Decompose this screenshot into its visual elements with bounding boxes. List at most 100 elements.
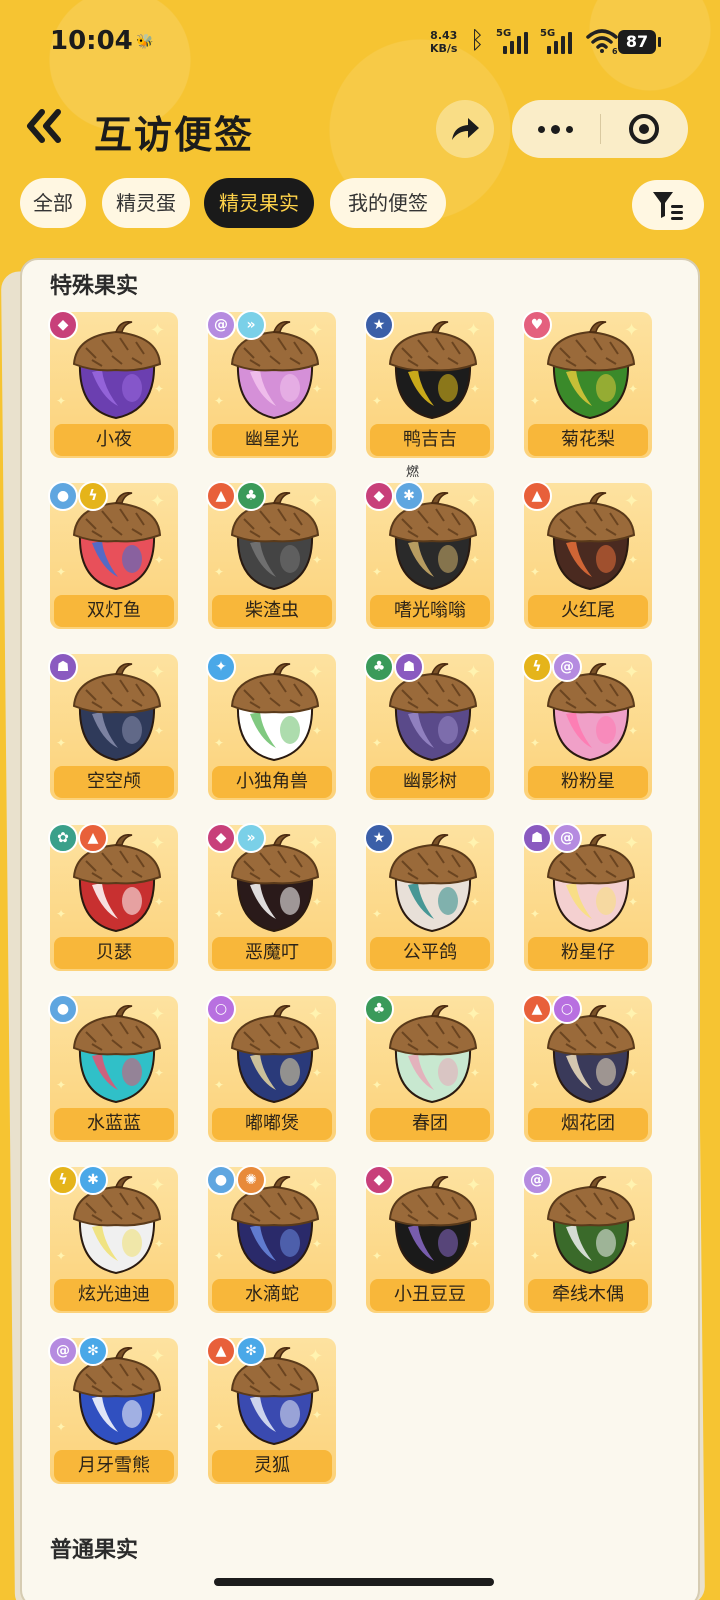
fruit-name: 小夜 (54, 424, 174, 456)
fruit-card[interactable]: ✦ ✦ ✦ ✿ ▲ 贝瑟 (48, 823, 178, 975)
fruit-acorn-image (546, 318, 636, 426)
filter-funnel-icon (653, 192, 683, 220)
fruit-card[interactable]: ✦ ✦ ✦ ◆» 恶魔叮 (206, 823, 336, 975)
fruit-card[interactable]: ✦ ✦ ✦ ★ 公平鸽 (364, 823, 494, 975)
wing-icon: » (236, 310, 266, 340)
fruit-card[interactable]: ✦ ✦ ✦ ▲ 火红尾 (522, 481, 652, 633)
fruit-acorn-image (388, 831, 478, 939)
wifi-icon: 6 (586, 28, 618, 58)
fruit-name: 幽星光 (212, 424, 332, 456)
fruit-acorn-image (388, 318, 478, 426)
fruit-name: 幽影树 (370, 766, 490, 798)
sparkle-icon: ✦ (372, 565, 383, 579)
fire-icon: ▲ (522, 481, 552, 511)
tab-my-notes[interactable]: 我的便签 (330, 178, 446, 228)
fruit-notebook: 特殊果实 ✦✦✦◆小夜✦✦✦@»幽星光✦✦✦★鸭吉吉燃了鸭✦✦✦♥菊花梨✦✦✦●… (20, 258, 700, 1600)
share-button[interactable] (436, 100, 494, 158)
tab-spirit-fruit[interactable]: 精灵果实 (204, 178, 314, 228)
fruit-name: 嗜光嗡嗡 (370, 595, 490, 627)
fruit-name: 月牙雪熊 (54, 1450, 174, 1482)
water-drop-icon: ● (48, 994, 78, 1024)
fruit-card[interactable]: ✦ ✦ ✦ ✦ 小独角兽 (206, 652, 336, 804)
leaf-icon: ♣ (364, 652, 394, 682)
fruit-card[interactable]: ✦ ✦ ✦ ● ϟ 双灯鱼 (48, 481, 178, 633)
fruit-card[interactable]: ✦ ✦ ✦ ● 水蓝蓝 (48, 994, 178, 1146)
tab-spirit-egg[interactable]: 精灵蛋 (102, 178, 190, 228)
fruit-card[interactable]: ✦ ✦ ✦ ♥ 菊花梨 (522, 310, 652, 462)
compass-icon: ✦ (206, 652, 236, 682)
ice-icon: ✱ (78, 1165, 108, 1195)
sparkle-icon: ✦ (56, 1420, 67, 1434)
fruit-card[interactable]: ✦ ✦ ✦ ◆ ✱ 嗜光嗡嗡 (364, 481, 494, 633)
fruit-card[interactable]: ✦ ✦ ✦ ◆ 小丑豆豆 (364, 1165, 494, 1317)
fruit-card[interactable]: ✦ ✦ ✦ ▲ ○ 烟花团 (522, 994, 652, 1146)
fruit-card[interactable]: ✦ ✦ ✦ ♣ ☗ 幽影树 (364, 652, 494, 804)
fruit-acorn-image (72, 1002, 162, 1110)
sparkle-icon: ✦ (56, 394, 67, 408)
sparkle-icon: ✦ (56, 907, 67, 921)
section-title-special: 特殊果实 (50, 274, 139, 299)
fruit-card[interactable]: ✦ ✦ ✦ @» 幽星光 (206, 310, 336, 462)
star-icon: ★ (364, 310, 394, 340)
snowflake-icon: ✻ (236, 1336, 266, 1366)
fruit-card[interactable]: ✦ ✦ ✦ ☗ @ 粉星仔 (522, 823, 652, 975)
home-indicator[interactable] (214, 1578, 494, 1586)
sparkle-icon: ✦ (214, 394, 225, 408)
fruit-card[interactable]: ✦ ✦ ✦ ♣ 春团 (364, 994, 494, 1146)
fruit-card[interactable]: ✦ ✦ ✦ ★ 鸭吉吉 (364, 310, 494, 462)
demon-icon: ◆ (364, 481, 394, 511)
fire-icon: ▲ (206, 1336, 236, 1366)
fruit-card[interactable]: ✦ ✦ ✦ ◆ 小夜 (48, 310, 178, 462)
lightning-icon: ϟ (78, 481, 108, 511)
fruit-name: 嘟嘟煲 (212, 1108, 332, 1140)
battery-indicator: 87 (618, 30, 661, 54)
sparkle-icon: ✦ (214, 1078, 225, 1092)
ice-icon: ✱ (394, 481, 424, 511)
fruit-acorn-image (546, 1173, 636, 1281)
fruit-acorn-image (72, 660, 162, 768)
fire-icon: ▲ (78, 823, 108, 853)
bluetooth-icon: ᛒ (470, 26, 485, 54)
fruit-acorn-image (388, 1002, 478, 1110)
tab-all[interactable]: 全部 (20, 178, 86, 228)
fruit-name: 灵狐 (212, 1450, 332, 1482)
fruit-card[interactable]: ✦ ✦ ✦ ϟ ✱ 炫光迪迪 (48, 1165, 178, 1317)
fruit-card[interactable]: ✦ ✦ ✦ ☗ 空空颅 (48, 652, 178, 804)
sparkle-icon: ✦ (372, 1078, 383, 1092)
heart-icon: ♥ (522, 310, 552, 340)
fire-icon: ▲ (206, 481, 236, 511)
fruit-card[interactable]: ✦ ✦ ✦ @ 牵线木偶 (522, 1165, 652, 1317)
network-speed: 8.43 KB/s (430, 29, 457, 55)
sparkle-icon: ✦ (56, 736, 67, 750)
network-speed-unit: KB/s (430, 42, 458, 55)
sparkle-icon: ✦ (372, 394, 383, 408)
demon-icon: ◆ (364, 1165, 394, 1195)
bubble-icon: ○ (206, 994, 236, 1024)
more-button[interactable] (512, 100, 600, 158)
sparkle-icon: ✦ (530, 1078, 541, 1092)
filter-button[interactable] (632, 180, 704, 230)
share-arrow-icon (452, 118, 479, 140)
sparkle-icon: ✦ (530, 907, 541, 921)
sparkle-icon: ✦ (56, 1249, 67, 1263)
sparkle-icon: ✦ (372, 1249, 383, 1263)
status-bar: 10:04 🐝 8.43 KB/s ᛒ 5G 5G 6 87 (0, 0, 720, 84)
fruit-name: 贝瑟 (54, 937, 174, 969)
fire-icon: ▲ (522, 994, 552, 1024)
fruit-card[interactable]: ✦ ✦ ✦ ▲ ♣ 柴渣虫 (206, 481, 336, 633)
fruit-card[interactable]: ✦ ✦ ✦ ● ✺ 水滴蛇 (206, 1165, 336, 1317)
fruit-card[interactable]: ✦ ✦ ✦ ○ 嘟嘟煲 (206, 994, 336, 1146)
fruit-card[interactable]: ✦ ✦ ✦ ϟ @ 粉粉星 (522, 652, 652, 804)
fruit-card[interactable]: ✦ ✦ ✦ @ ✻ 月牙雪熊 (48, 1336, 178, 1488)
fruit-acorn-image (388, 1173, 478, 1281)
fruit-card[interactable]: ✦ ✦ ✦ ▲ ✻ 灵狐 (206, 1336, 336, 1488)
notification-icon: 🐝 (136, 34, 154, 50)
close-miniapp-button[interactable] (601, 100, 689, 158)
spiral-icon: @ (48, 1336, 78, 1366)
signal-sim2-icon: 5G (540, 28, 572, 54)
fruit-name: 粉粉星 (528, 766, 648, 798)
miniapp-capsule (512, 100, 688, 158)
back-button[interactable] (22, 106, 68, 152)
leaf-icon: ♣ (364, 994, 394, 1024)
double-chevron-left-icon (27, 109, 61, 143)
